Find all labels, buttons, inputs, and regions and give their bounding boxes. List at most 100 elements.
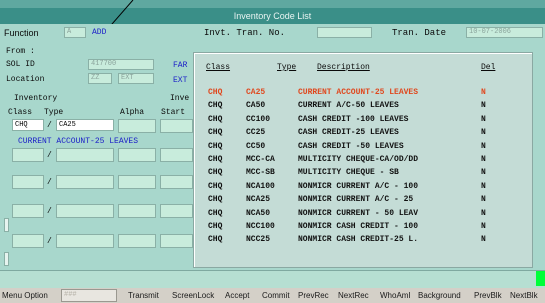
- class-field[interactable]: CHQ: [12, 119, 44, 131]
- sol-id-label: SOL ID: [6, 60, 35, 69]
- menu-button-transmit[interactable]: Transmit: [128, 288, 159, 303]
- popup-header-description: Description: [317, 63, 370, 72]
- far-label: FAR: [173, 61, 188, 70]
- popup-cell-description: NONMICR CASH CREDIT-25 L.: [298, 235, 419, 245]
- popup-cell-description: MULTICITY CHEQUE-CA/OD/DD: [298, 155, 419, 164]
- alpha-field[interactable]: [118, 234, 156, 248]
- popup-cell-class: CHQ: [208, 155, 223, 164]
- popup-cell-description: CASH CREDIT -100 LEAVES: [298, 114, 409, 124]
- popup-cell-del: N: [481, 155, 486, 164]
- class-field[interactable]: [12, 148, 44, 162]
- type-field[interactable]: CA25: [56, 119, 114, 131]
- type-field[interactable]: [56, 148, 114, 162]
- inventory-label-2: Inve: [170, 94, 190, 103]
- type-field[interactable]: [56, 204, 114, 218]
- alpha-field[interactable]: [118, 148, 156, 162]
- menu-button-screenlock[interactable]: ScreenLock: [172, 288, 214, 303]
- popup-cell-class: CHQ: [208, 128, 223, 138]
- popup-cell-class: CHQ: [208, 195, 223, 205]
- popup-cell-class: CHQ: [208, 208, 223, 218]
- slash-separator: /: [47, 207, 52, 216]
- popup-cell-description: CURRENT ACCOUNT-25 LEAVES: [298, 88, 419, 97]
- invt-tran-no-field[interactable]: [317, 27, 372, 38]
- popup-cell-type: CC100: [246, 114, 271, 124]
- type-field[interactable]: [56, 234, 114, 248]
- start-field[interactable]: [160, 148, 193, 162]
- popup-cell-class: CHQ: [208, 168, 223, 178]
- popup-cell-description: NONMICR CURRENT - 50 LEAV: [298, 208, 419, 218]
- tran-date-field[interactable]: 10-07-2006: [466, 27, 543, 38]
- menu-option-label: Menu Option: [2, 291, 48, 300]
- popup-cell-del: N: [481, 222, 486, 231]
- menu-button-nextrec[interactable]: NextRec: [338, 288, 369, 303]
- alpha-field[interactable]: [118, 119, 156, 133]
- menu-option-field[interactable]: ###: [61, 289, 117, 302]
- menu-button-prevblk[interactable]: PrevBlk: [474, 288, 502, 303]
- popup-cell-del: N: [481, 181, 486, 191]
- sol-id-field[interactable]: 417700: [88, 59, 154, 70]
- menu-button-whoami[interactable]: WhoAmI: [380, 288, 411, 303]
- popup-cell-type: MCC-SB: [246, 168, 275, 178]
- status-bar: [0, 270, 545, 288]
- popup-header-class: Class: [206, 63, 231, 72]
- alpha-field[interactable]: [118, 175, 156, 189]
- popup-cell-class: CHQ: [208, 101, 223, 111]
- slash-separator: /: [47, 151, 52, 160]
- popup-cell-del: N: [481, 101, 486, 111]
- ext-label: EXT: [173, 76, 188, 85]
- alpha-field[interactable]: [118, 204, 156, 218]
- popup-cell-type: MCC-CA: [246, 155, 275, 164]
- popup-cell-description: CASH CREDIT-25 LEAVES: [298, 128, 399, 138]
- popup-cell-del: N: [481, 114, 486, 124]
- type-column-label: Type: [44, 108, 64, 117]
- start-field[interactable]: [160, 175, 193, 189]
- menu-button-commit[interactable]: Commit: [262, 288, 290, 303]
- menu-button-accept[interactable]: Accept: [225, 288, 249, 303]
- popup-cell-description: CURRENT A/C-50 LEAVES: [298, 101, 399, 111]
- menu-button-prevrec[interactable]: PrevRec: [298, 288, 329, 303]
- popup-cell-description: NONMICR CURRENT A/C - 100: [298, 181, 419, 191]
- tran-date-label: Tran. Date: [392, 28, 447, 38]
- popup-cell-type: NCC25: [246, 235, 271, 245]
- location-label: Location: [6, 75, 45, 84]
- popup-cell-description: CASH CREDIT -50 LEAVES: [298, 141, 404, 151]
- popup-cell-del: N: [481, 195, 486, 205]
- slash-separator: /: [47, 237, 52, 246]
- popup-cell-type: CA25: [246, 88, 266, 97]
- type-field[interactable]: [56, 175, 114, 189]
- location-code1-field[interactable]: ZZ: [88, 73, 112, 84]
- class-field[interactable]: [12, 175, 44, 189]
- status-indicator: [536, 271, 545, 286]
- slash-separator: /: [47, 178, 52, 187]
- from-label: From :: [6, 47, 35, 56]
- start-column-label: Start: [161, 108, 186, 117]
- popup-cell-type: CC25: [246, 128, 266, 138]
- popup-cell-description: NONMICR CASH CREDIT - 100: [298, 222, 419, 231]
- popup-cell-del: N: [481, 235, 486, 245]
- popup-cell-class: CHQ: [208, 222, 223, 231]
- popup-cell-del: N: [481, 141, 486, 151]
- function-field[interactable]: A: [64, 27, 86, 38]
- popup-cell-description: MULTICITY CHEQUE - SB: [298, 168, 399, 178]
- popup-cell-class: CHQ: [208, 141, 223, 151]
- start-field[interactable]: [160, 119, 193, 133]
- location-code2-field[interactable]: EXT: [118, 73, 154, 84]
- description-text: CURRENT ACCOUNT-25 LEAVES: [18, 137, 139, 146]
- popup-cell-type: NCA100: [246, 181, 275, 191]
- function-label: Function: [4, 28, 39, 38]
- popup-cell-type: NCA50: [246, 208, 271, 218]
- popup-cell-del: N: [481, 128, 486, 138]
- row-marker: [4, 252, 9, 266]
- function-mode-text: ADD: [92, 28, 107, 37]
- start-field[interactable]: [160, 234, 193, 248]
- popup-cell-type: CC50: [246, 141, 266, 151]
- slash-separator: /: [47, 121, 52, 130]
- menu-button-background[interactable]: Background: [418, 288, 461, 303]
- popup-cell-type: NCC100: [246, 222, 275, 231]
- popup-cell-del: N: [481, 88, 486, 97]
- class-field[interactable]: [12, 234, 44, 248]
- menu-button-nextblk[interactable]: NextBlk: [510, 288, 538, 303]
- popup-cell-del: N: [481, 208, 486, 218]
- start-field[interactable]: [160, 204, 193, 218]
- class-field[interactable]: [12, 204, 44, 218]
